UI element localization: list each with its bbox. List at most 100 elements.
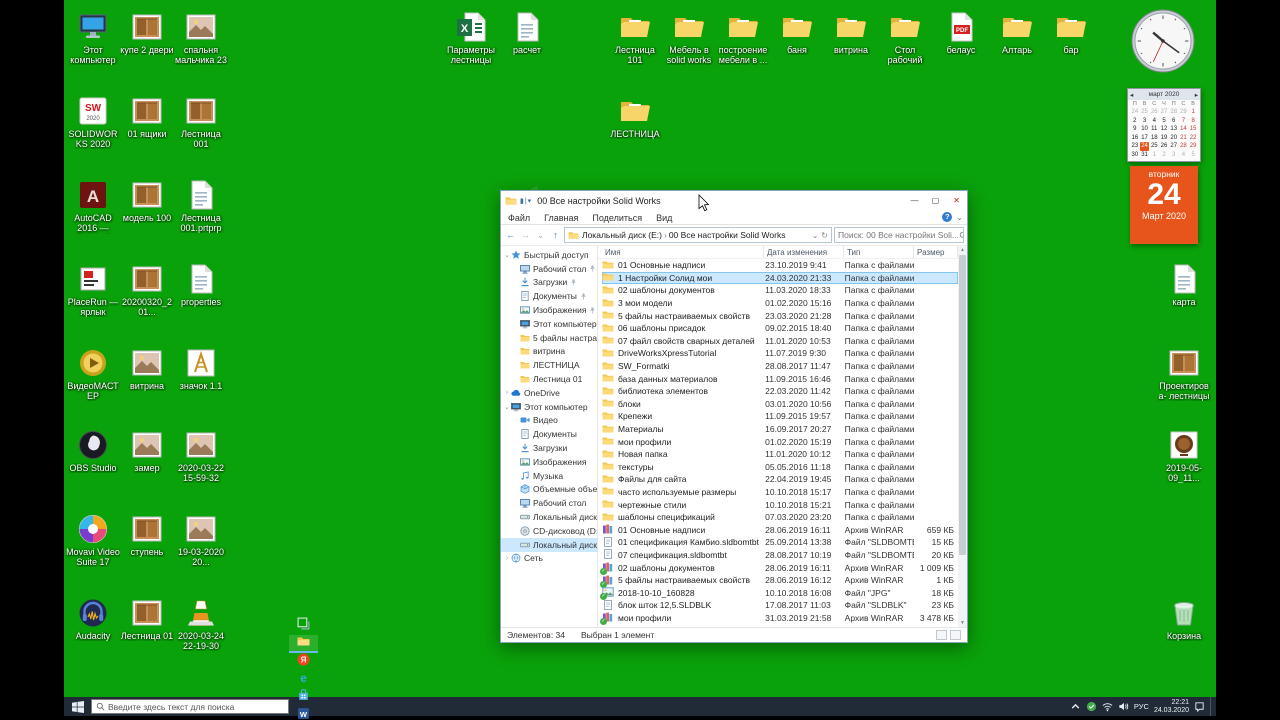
file-row[interactable]: база данных материалов11.09.2015 16:46Па… (602, 372, 958, 385)
file-row[interactable]: мои профили01.02.2020 15:19Папка с файла… (602, 435, 958, 448)
file-row[interactable]: блок шток 12,5.SLDBLK17.08.2017 11:03Фай… (602, 599, 958, 612)
hidden-icons-chevron[interactable] (1070, 701, 1081, 712)
scrollbar-thumb[interactable] (959, 255, 966, 555)
antivirus-tray-icon[interactable] (1086, 701, 1097, 712)
calendar-day[interactable]: 9 (1130, 125, 1140, 134)
desktop-icon[interactable]: купе 2 двери (120, 10, 174, 55)
desktop-icon[interactable]: OBS Studio (66, 428, 120, 473)
calendar-day[interactable]: 8 (1188, 117, 1198, 126)
file-row[interactable]: ✓2018-10-10_16082810.10.2018 16:08Файл "… (602, 586, 958, 599)
calendar-day[interactable]: 5 (1159, 117, 1169, 126)
calendar-day[interactable]: 28 (1169, 108, 1179, 117)
desktop-icon[interactable]: Лестница 001 (174, 94, 228, 149)
file-row[interactable]: текстуры05.05.2016 11:18Папка с файлами (602, 461, 958, 474)
up-icon[interactable]: ↑ (549, 230, 562, 240)
sidebar-item[interactable]: ›OneDrive (501, 386, 597, 400)
notification-center-icon[interactable] (1194, 701, 1205, 712)
calendar-day[interactable]: 2 (1159, 151, 1169, 160)
file-row[interactable]: 5 файлы настраиваемых свойств23.03.2020 … (602, 309, 958, 322)
expand-ribbon-icon[interactable]: ⌄ (956, 213, 963, 222)
sidebar-item[interactable]: Музыка (501, 469, 597, 483)
language-indicator[interactable]: РУС (1134, 702, 1149, 711)
desktop-icon[interactable]: витрина (824, 10, 878, 55)
file-row[interactable]: чертежные стили10.10.2018 15:21Папка с ф… (602, 498, 958, 511)
menu-item-вид[interactable]: Вид (649, 213, 679, 223)
file-row[interactable]: Новая папка11.01.2020 10:12Папка с файла… (602, 448, 958, 461)
taskbar-app-edge[interactable]: e (289, 671, 318, 689)
desktop-icon[interactable]: 20200320_201... (120, 262, 174, 317)
calendar-day[interactable]: 6 (1169, 117, 1179, 126)
file-row[interactable]: ✓02 шаблоны документов28.06.2019 16:11Ар… (602, 561, 958, 574)
desktop-icon[interactable]: Лестница 001.prtprp (174, 178, 228, 233)
desktop-icon[interactable]: Этот компьютер (66, 10, 120, 65)
calendar-day[interactable]: 26 (1159, 142, 1169, 151)
file-row[interactable]: шаблоны спецификаций07.03.2020 23:20Папк… (602, 511, 958, 524)
file-row[interactable]: 01 спецификация Камбио.sldbomtbt25.09.20… (602, 536, 958, 549)
start-button[interactable] (64, 697, 91, 716)
calendar-day[interactable]: 5 (1188, 151, 1198, 160)
sidebar-item[interactable]: Рабочий стол (501, 496, 597, 510)
calendar-day[interactable]: 16 (1130, 134, 1140, 143)
calendar-day[interactable]: 7 (1179, 117, 1189, 126)
calendar-day[interactable]: 30 (1130, 151, 1140, 160)
desktop-icon[interactable]: значок 1.1 (174, 346, 228, 391)
help-icon[interactable]: ? (942, 212, 952, 222)
network-icon[interactable] (1102, 701, 1113, 712)
breadcrumb[interactable]: 00 Все настройки Solid Works (669, 230, 786, 240)
desktop-icon[interactable]: AAutoCAD 2016 — Русский (66, 178, 120, 234)
volume-icon[interactable] (1118, 701, 1129, 712)
desktop-icon[interactable]: 2020-03-24 22-19-30 (174, 596, 228, 651)
sidebar-item[interactable]: 5 файлы настраив... (501, 331, 597, 345)
desktop-icon[interactable]: построение мебели в ... (716, 10, 770, 65)
column-header-3[interactable]: Размер (914, 246, 958, 258)
scroll-down-icon[interactable]: ▼ (960, 619, 965, 627)
desktop-icon[interactable]: Movavi Video Suite 17 (66, 512, 120, 567)
desktop-icon[interactable]: XПараметры лестницы (444, 10, 498, 65)
calendar-day[interactable]: 31 (1140, 151, 1150, 160)
desktop-icon[interactable]: Лестница 01 (120, 596, 174, 641)
breadcrumb[interactable]: Локальный диск (E:) (582, 230, 662, 240)
calendar-day[interactable]: 3 (1140, 117, 1150, 126)
desktop-icon[interactable]: 01 ящики (120, 94, 174, 139)
sidebar-item[interactable]: Загрузки (501, 276, 597, 290)
calendar-day[interactable]: 25 (1140, 108, 1150, 117)
calendar-day[interactable]: 19 (1159, 134, 1169, 143)
maximize-button[interactable]: ▢ (925, 191, 946, 210)
address-dropdown-icon[interactable]: ⌄ (812, 231, 819, 240)
calendar-day[interactable]: 21 (1179, 134, 1189, 143)
calendar-day[interactable]: 14 (1179, 125, 1189, 134)
calendar-day[interactable]: 29 (1179, 108, 1189, 117)
calendar-day[interactable]: 3 (1169, 151, 1179, 160)
calendar-day[interactable]: 10 (1140, 125, 1150, 134)
taskbar-app-file-explorer[interactable] (289, 635, 318, 653)
file-row[interactable]: 02 шаблоны документов11.03.2020 18:33Пап… (602, 284, 958, 297)
calendar-day[interactable]: 27 (1159, 108, 1169, 117)
desktop-icon[interactable]: бар (1044, 10, 1098, 55)
desktop-icon[interactable]: спальня мальчика 23 (174, 10, 228, 65)
desktop-icon[interactable]: Стол рабочий (878, 10, 932, 65)
calendar-day[interactable]: 26 (1149, 108, 1159, 117)
desktop-icon[interactable]: карта (1157, 262, 1211, 307)
sidebar-item[interactable]: ⌄Этот компьютер (501, 400, 597, 414)
sidebar-item[interactable]: Документы (501, 427, 597, 441)
minimize-button[interactable]: — (904, 191, 925, 210)
taskbar-search[interactable]: Введите здесь текст для поиска (91, 699, 289, 714)
address-field[interactable]: Локальный диск (E:)›00 Все настройки Sol… (564, 227, 832, 243)
calendar-day[interactable]: 18 (1149, 134, 1159, 143)
expand-icon[interactable]: ⌄ (503, 403, 511, 411)
view-details-icon[interactable] (936, 630, 947, 640)
sidebar-item[interactable]: Рабочий стол (501, 262, 597, 276)
desktop-icon[interactable]: properties (174, 262, 228, 307)
file-row[interactable]: блоки03.01.2020 10:56Папка с файлами (602, 398, 958, 411)
calendar-day[interactable]: 17 (1140, 134, 1150, 143)
column-header-1[interactable]: Дата изменения (764, 246, 844, 258)
file-row[interactable]: 3 мои модели01.02.2020 15:16Папка с файл… (602, 297, 958, 310)
quick-access-toolbar[interactable]: ▮|▾ (520, 197, 532, 205)
sidebar-item[interactable]: витрина (501, 345, 597, 359)
desktop-icon[interactable]: баня (770, 10, 824, 55)
desktop-icon[interactable]: Мебель в solid works (662, 10, 716, 65)
desktop-icon[interactable]: Audacity (66, 596, 120, 641)
desktop-icon[interactable]: Проектирова- лестницы (1157, 346, 1211, 401)
sidebar-item[interactable]: Объемные объект... (501, 483, 597, 497)
file-row[interactable]: 07 спецификация.sldbomtbt28.08.2017 10:1… (602, 549, 958, 562)
